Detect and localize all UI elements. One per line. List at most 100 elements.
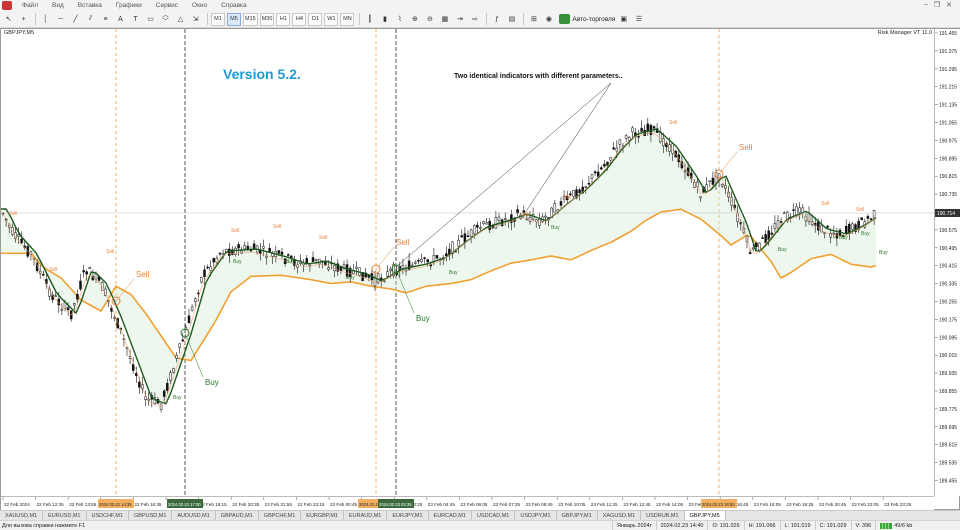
candle-body [212, 258, 216, 263]
sell-signal-label: Sell [739, 143, 753, 152]
rectangle-icon[interactable]: ▭ [144, 13, 157, 26]
menu-tools[interactable]: Сервис [149, 2, 185, 9]
time-axis[interactable]: 22 Feb 2024 22 Feb 12:35 22 Feb 13:55 22 Fe… [1, 496, 934, 510]
ellipse-icon[interactable]: ⬭ [159, 13, 172, 26]
candle-body [190, 306, 194, 311]
time-tick-label: 23 Feb 12:45 [623, 502, 651, 507]
tab-xauusd-m1[interactable]: XAUUSD,M1 [0, 511, 44, 520]
autotrade-button[interactable]: Авто-торговля [557, 14, 617, 24]
status-profile[interactable]: Январь 2024г [612, 521, 656, 530]
candle-body [314, 258, 318, 261]
candle-body [432, 254, 436, 262]
restore-icon[interactable]: ❐ [934, 1, 940, 9]
menu-charts[interactable]: Графики [109, 2, 149, 9]
tab-gbpchf-m1[interactable]: GBPCHF,M1 [259, 511, 302, 520]
timeframe-h4[interactable]: H4 [292, 12, 307, 26]
timeframe-d1[interactable]: D1 [308, 12, 323, 26]
tab-usdchf-m1[interactable]: USDCHF,M1 [87, 511, 129, 520]
timeframe-mn[interactable]: MN [340, 12, 355, 26]
timeframe-m15[interactable]: M15 [243, 12, 258, 26]
tab-eurusd-m1[interactable]: EURUSD,M1 [43, 511, 87, 520]
tab-eurgbp-m1[interactable]: EURGBP,M1 [301, 511, 344, 520]
candle-body [485, 222, 488, 225]
tab-eurjpy-m1[interactable]: EURJPY,M1 [387, 511, 429, 520]
price-axis[interactable]: 191.455 191.375 191.295 191.215 191.135 191.0… [934, 29, 960, 496]
text-tool-icon[interactable]: A [114, 13, 127, 26]
market-watch-icon[interactable]: ◉ [542, 13, 555, 26]
channel-icon[interactable]: ⫽ [84, 13, 97, 26]
arrow-icon[interactable]: ⇲ [189, 13, 202, 26]
tab-audusd-m1[interactable]: AUDUSD,M1 [172, 511, 216, 520]
price-tick-label: 190.975 [939, 138, 957, 144]
price-tick-label: 189.935 [939, 371, 957, 377]
timeframe-w1[interactable]: W1 [324, 12, 339, 26]
bar-chart-icon[interactable]: ┃ [363, 13, 376, 26]
tab-eurcad-m1[interactable]: EURCAD,M1 [429, 511, 472, 520]
buy-signal-label: Buy [449, 270, 458, 276]
line-chart-icon[interactable]: ⌇ [393, 13, 406, 26]
time-tick-label: 23 Feb 11:25 [591, 502, 618, 507]
close-icon[interactable]: ✕ [946, 1, 952, 9]
zoom-out-icon[interactable]: ⊖ [423, 13, 436, 26]
zoom-in-icon[interactable]: ⊕ [408, 13, 421, 26]
chart-shift-icon[interactable]: ⇥ [453, 13, 466, 26]
price-chart[interactable]: Sell Buy Sell Buy Sell Sell Sell Sell Sell Sell Se… [1, 29, 934, 496]
candle-body [166, 383, 169, 391]
candle-body [426, 259, 429, 263]
navigator-icon[interactable]: ☰ [632, 13, 645, 26]
toolbar-separator [523, 13, 525, 25]
timeframe-m1[interactable]: M1 [211, 12, 225, 26]
candle-body [755, 242, 758, 248]
tile-windows-icon[interactable]: ▦ [438, 13, 451, 26]
indicators-icon[interactable]: ƒ [490, 13, 503, 26]
menu-insert[interactable]: Вставка [71, 2, 109, 9]
time-tick-label: 23 Feb 14:05 [656, 502, 684, 507]
candle-body [466, 235, 470, 238]
candle-body [525, 218, 529, 221]
chart-area[interactable]: Sell Buy Sell Buy Sell Sell Sell Sell Sell Sell Se… [1, 29, 934, 496]
tab-usdcad-m1[interactable]: USDCAD,M1 [472, 511, 516, 520]
timeframe-h1[interactable]: H1 [276, 12, 291, 26]
cursor-icon[interactable]: ↖ [2, 13, 15, 26]
tab-usdrub-m1[interactable]: USDRUB,M1 [641, 511, 685, 520]
time-tick-label: 23 Feb 04:45 [428, 502, 456, 507]
current-price-label: 190.714 [937, 211, 955, 217]
candle-body [175, 355, 178, 359]
candle-body [172, 368, 175, 373]
horizontal-line-icon[interactable]: ─ [54, 13, 67, 26]
candlestick-icon[interactable]: ▮ [378, 13, 391, 26]
connection-status[interactable]: 49/6 kb [875, 521, 916, 530]
tab-gbpaud-m1[interactable]: GBPAUD,M1 [216, 511, 259, 520]
terminal-icon[interactable]: ▣ [617, 13, 630, 26]
menu-view[interactable]: Вид [45, 2, 71, 9]
fibonacci-icon[interactable]: ≡ [99, 13, 112, 26]
tab-xagusd-m1[interactable]: XAGUSD,M1 [598, 511, 642, 520]
tab-usdjpy-m1[interactable]: USDJPY,M1 [515, 511, 557, 520]
symbol-label: GBPJPY,M5 [4, 30, 35, 36]
candle-body [162, 390, 166, 397]
tab-gbpjpy-m5[interactable]: GBPJPY,M5 [684, 511, 726, 520]
autoscroll-icon[interactable]: ⇨ [468, 13, 481, 26]
timeframe-m30[interactable]: M30 [259, 12, 275, 26]
menu-file[interactable]: Файл [15, 2, 45, 9]
buy-signal-label: Buy [778, 247, 787, 253]
label-tool-icon[interactable]: T [129, 13, 142, 26]
vertical-line-icon[interactable]: │ [39, 13, 52, 26]
crosshair-icon[interactable]: + [17, 13, 30, 26]
tab-gbpjpy-m1[interactable]: GBPJPY,M1 [557, 511, 598, 520]
triangle-icon[interactable]: △ [174, 13, 187, 26]
trendline-icon[interactable]: ╱ [69, 13, 82, 26]
candle-body [138, 381, 141, 388]
minimize-icon[interactable]: – [924, 1, 928, 9]
app-icon[interactable] [2, 1, 12, 10]
timeframe-m5[interactable]: M5 [227, 12, 241, 26]
new-order-icon[interactable]: ⊞ [527, 13, 540, 26]
menu-help[interactable]: Справка [214, 2, 254, 9]
tab-euraud-m1[interactable]: EURAUD,M1 [344, 511, 388, 520]
status-datetime: 2024.02.23 14:40 [655, 521, 708, 530]
menu-window[interactable]: Окно [185, 2, 214, 9]
buy-signal-label: Buy [205, 378, 219, 387]
tab-gbpusd-m1[interactable]: GBPUSD,M1 [129, 511, 173, 520]
toolbar-separator [359, 13, 361, 25]
templates-icon[interactable]: ▤ [505, 13, 518, 26]
